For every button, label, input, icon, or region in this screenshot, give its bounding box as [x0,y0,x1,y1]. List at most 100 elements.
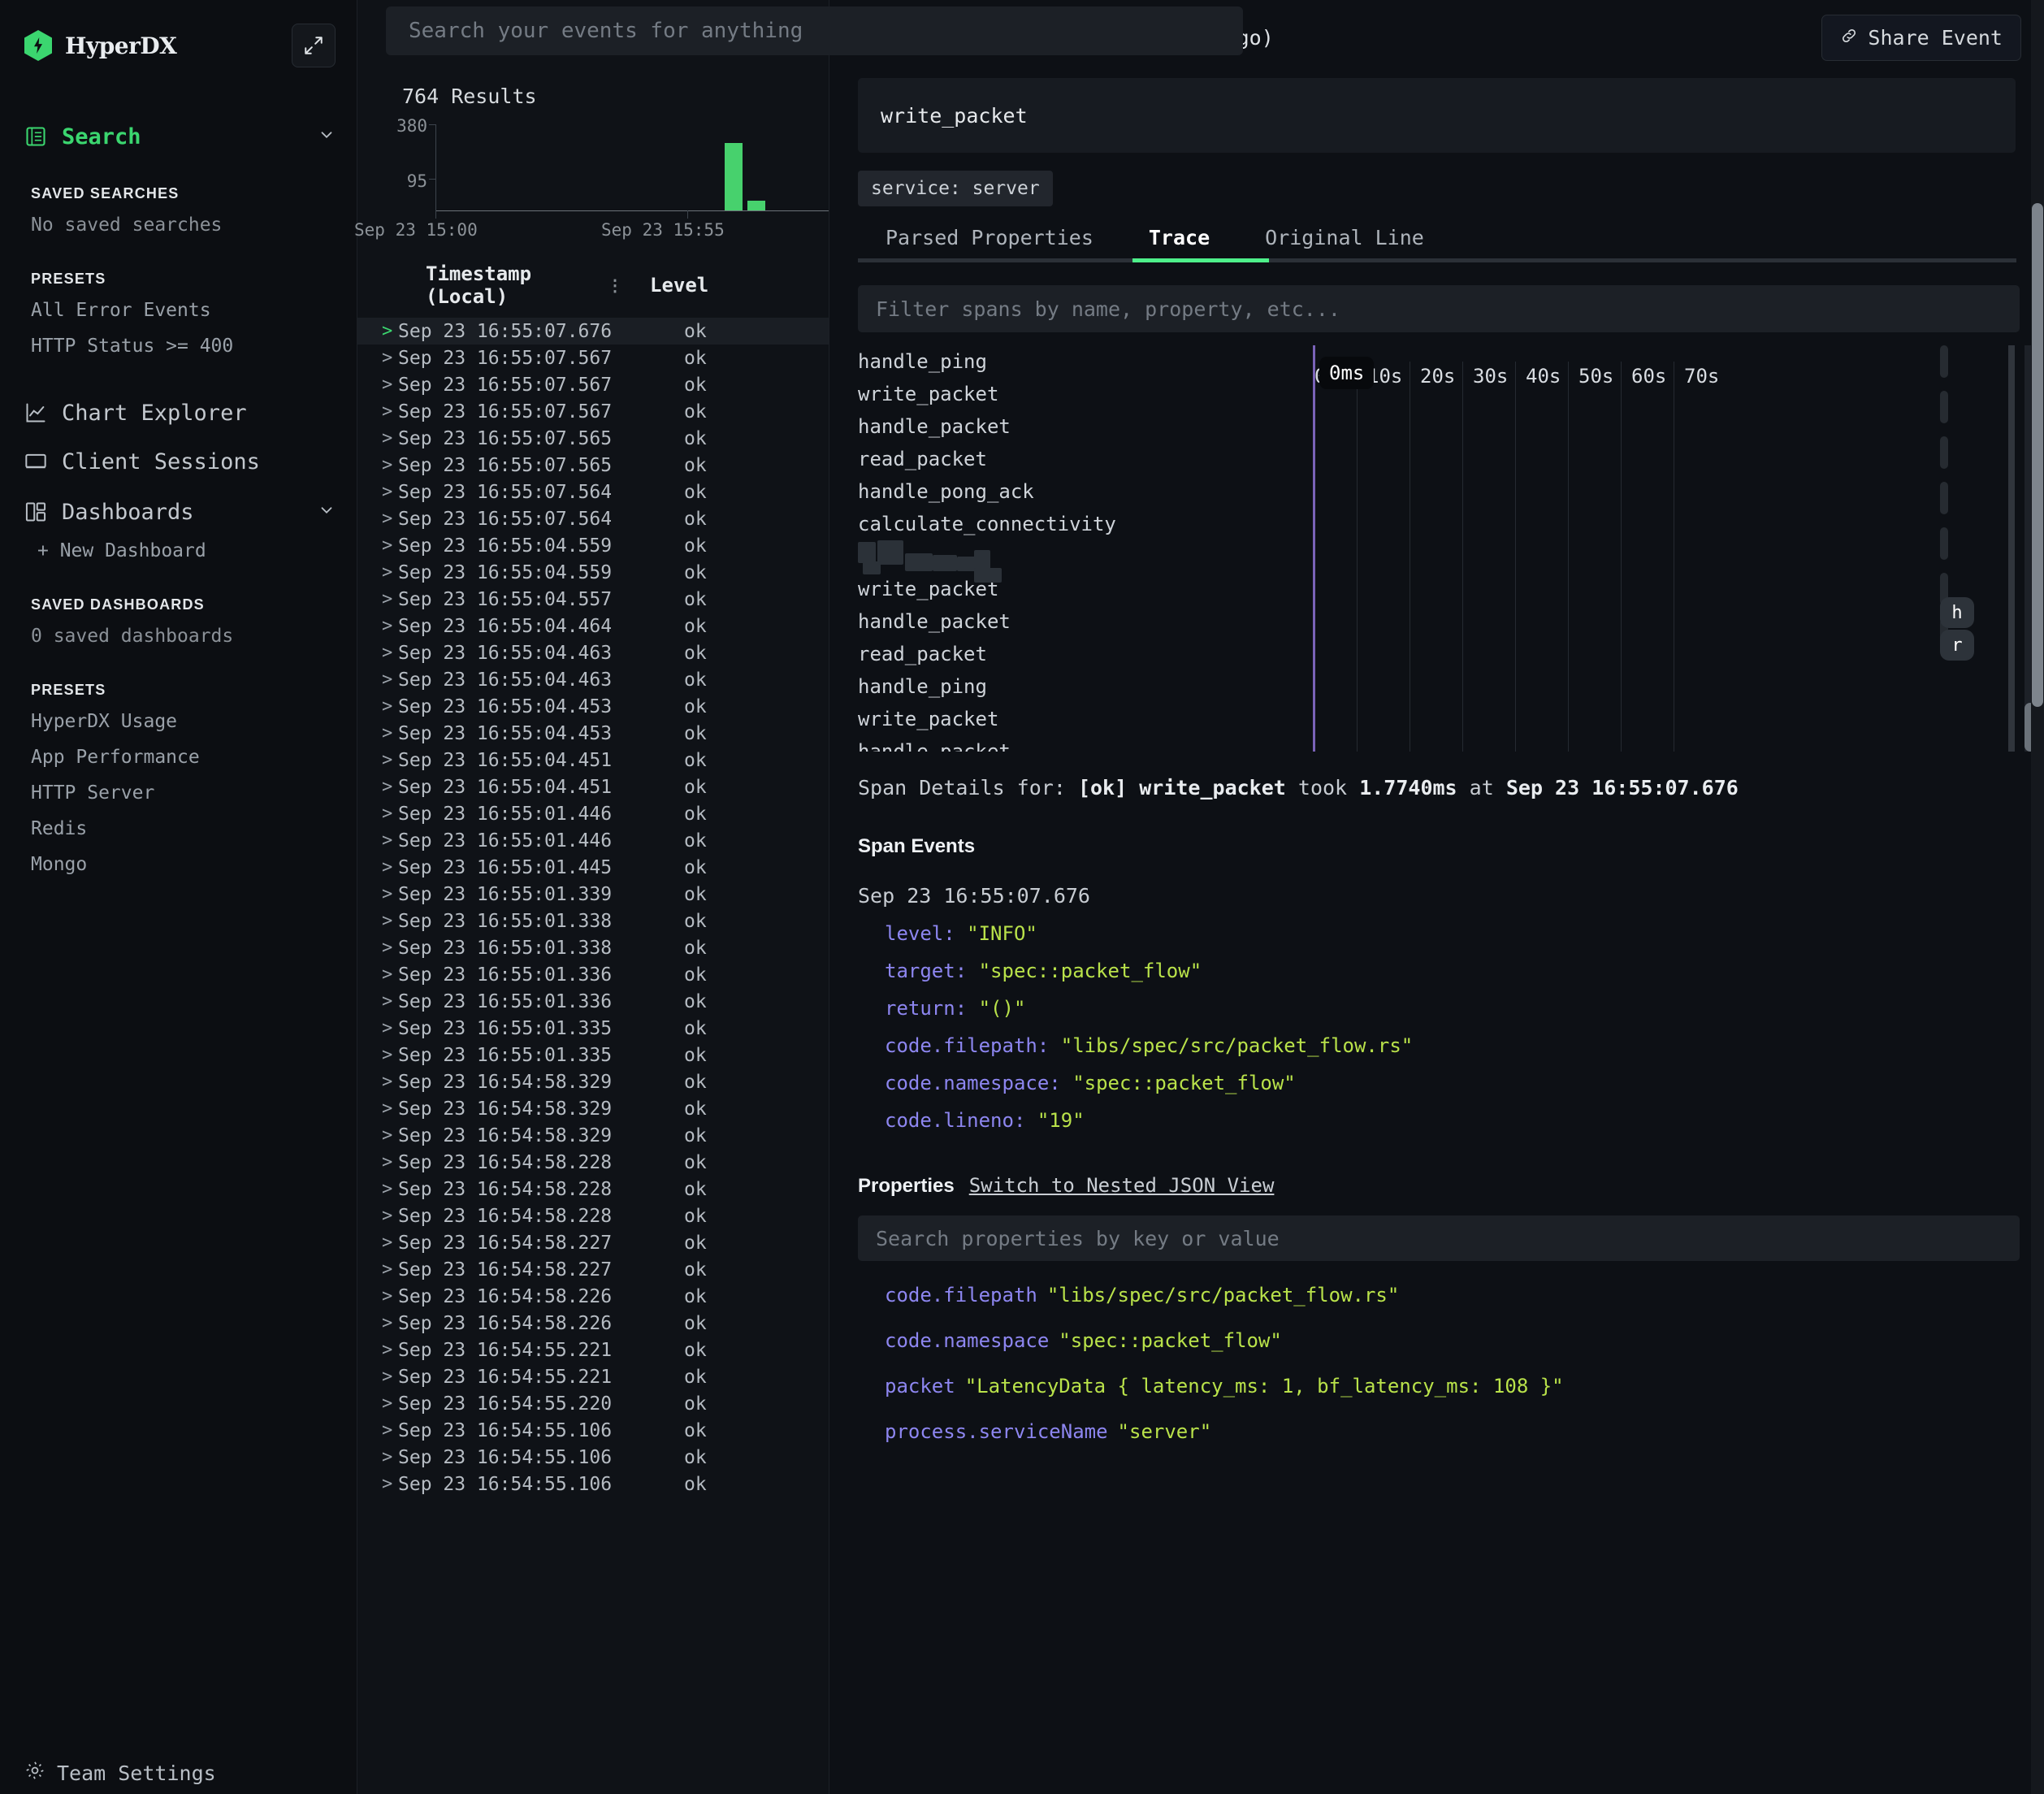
span-bar-label-h[interactable]: h [1940,597,1974,628]
sidebar-item-app-performance[interactable]: App Performance [0,739,357,775]
span-name-redacted[interactable] [858,540,1329,573]
row-expand-caret-icon[interactable]: > [357,509,398,529]
row-expand-caret-icon[interactable]: > [357,777,398,797]
tab-trace[interactable]: Trace [1121,226,1237,262]
vertical-dots-icon[interactable]: ⋮ [601,280,629,292]
row-expand-caret-icon[interactable]: > [357,401,398,422]
table-row[interactable]: >Sep 23 16:55:04.463ok [357,639,869,666]
row-expand-caret-icon[interactable]: > [357,911,398,931]
table-row[interactable]: >Sep 23 16:55:04.559ok [357,532,869,559]
span-name[interactable]: read_packet [858,443,1329,475]
span-name[interactable]: write_packet [858,573,1329,605]
sidebar-item-mongo[interactable]: Mongo [0,847,357,882]
property-row[interactable]: code.namespace"spec::packet_flow" [885,1329,2044,1352]
table-row[interactable]: >Sep 23 16:55:07.567ok [357,344,869,371]
table-row[interactable]: >Sep 23 16:55:07.567ok [357,371,869,398]
table-row[interactable]: >Sep 23 16:54:55.106ok [357,1417,869,1444]
sidebar-item-http-server[interactable]: HTTP Server [0,775,357,811]
row-expand-caret-icon[interactable]: > [357,1206,398,1226]
row-expand-caret-icon[interactable]: > [357,830,398,851]
row-expand-caret-icon[interactable]: > [357,1313,398,1333]
row-expand-caret-icon[interactable]: > [357,1259,398,1280]
span-name[interactable]: handle_packet [858,735,1329,752]
span-bar[interactable] [1940,482,1948,514]
row-expand-caret-icon[interactable]: > [357,1233,398,1253]
histogram-bar[interactable] [747,201,765,210]
row-expand-caret-icon[interactable]: > [357,375,398,395]
table-row[interactable]: >Sep 23 16:54:58.228ok [357,1176,869,1202]
table-row[interactable]: >Sep 23 16:54:58.227ok [357,1229,869,1256]
row-expand-caret-icon[interactable]: > [357,670,398,690]
table-row[interactable]: >Sep 23 16:55:01.338ok [357,908,869,934]
row-expand-caret-icon[interactable]: > [357,321,398,341]
row-expand-caret-icon[interactable]: > [357,1393,398,1414]
span-name[interactable]: handle_ping [858,345,1329,378]
span-bar[interactable] [1940,436,1948,469]
row-expand-caret-icon[interactable]: > [357,938,398,958]
span-name[interactable]: read_packet [858,638,1329,670]
span-name[interactable]: write_packet [858,703,1329,735]
row-expand-caret-icon[interactable]: > [357,1420,398,1441]
row-expand-caret-icon[interactable]: > [357,1179,398,1199]
table-row[interactable]: >Sep 23 16:55:01.336ok [357,961,869,988]
table-row[interactable]: >Sep 23 16:55:01.335ok [357,1015,869,1042]
sidebar-item-team-settings[interactable]: Team Settings [0,1760,357,1786]
column-header-level[interactable]: Level [629,274,708,297]
row-expand-caret-icon[interactable]: > [357,1286,398,1306]
sidebar-item-all-error-events[interactable]: All Error Events [0,292,357,328]
span-name[interactable]: handle_packet [858,410,1329,443]
row-expand-caret-icon[interactable]: > [357,1018,398,1038]
row-expand-caret-icon[interactable]: > [357,1098,398,1119]
row-expand-caret-icon[interactable]: > [357,1340,398,1360]
row-expand-caret-icon[interactable]: > [357,455,398,475]
row-expand-caret-icon[interactable]: > [357,1152,398,1172]
row-expand-caret-icon[interactable]: > [357,804,398,824]
table-row[interactable]: >Sep 23 16:54:58.226ok [357,1283,869,1310]
row-expand-caret-icon[interactable]: > [357,750,398,770]
chevron-down-icon[interactable] [318,126,336,147]
span-name[interactable]: handle_pong_ack [858,475,1329,508]
sidebar-item-client-sessions[interactable]: Client Sessions [0,440,357,483]
span-name[interactable]: handle_packet [858,605,1329,638]
new-dashboard-button[interactable]: + New Dashboard [0,533,357,569]
row-expand-caret-icon[interactable]: > [357,991,398,1012]
sidebar-item-chart-explorer[interactable]: Chart Explorer [0,392,357,434]
row-expand-caret-icon[interactable]: > [357,535,398,556]
span-bar[interactable] [1940,345,1948,378]
row-expand-caret-icon[interactable]: > [357,1367,398,1387]
table-row[interactable]: >Sep 23 16:55:04.559ok [357,559,869,586]
sidebar-item-redis[interactable]: Redis [0,811,357,847]
row-expand-caret-icon[interactable]: > [357,1474,398,1494]
sidebar-item-dashboards[interactable]: Dashboards [0,491,357,533]
table-row[interactable]: >Sep 23 16:55:07.676ok [357,318,869,344]
service-chip[interactable]: service: server [858,171,1053,206]
tab-original-line[interactable]: Original Line [1237,226,1452,262]
row-expand-caret-icon[interactable]: > [357,1045,398,1065]
table-row[interactable]: >Sep 23 16:55:07.565ok [357,425,869,452]
table-row[interactable]: >Sep 23 16:54:55.221ok [357,1337,869,1363]
table-row[interactable]: >Sep 23 16:54:55.221ok [357,1363,869,1390]
table-row[interactable]: >Sep 23 16:55:04.464ok [357,613,869,639]
table-row[interactable]: >Sep 23 16:55:04.463ok [357,666,869,693]
table-row[interactable]: >Sep 23 16:55:01.446ok [357,827,869,854]
span-bar[interactable] [1940,527,1948,560]
row-expand-caret-icon[interactable]: > [357,696,398,717]
row-expand-caret-icon[interactable]: > [357,482,398,502]
row-expand-caret-icon[interactable]: > [357,643,398,663]
table-row[interactable]: >Sep 23 16:55:07.564ok [357,505,869,532]
table-row[interactable]: >Sep 23 16:55:07.567ok [357,398,869,425]
property-row[interactable]: code.filepath"libs/spec/src/packet_flow.… [885,1284,2044,1306]
table-row[interactable]: >Sep 23 16:54:55.106ok [357,1444,869,1471]
row-expand-caret-icon[interactable]: > [357,964,398,985]
row-expand-caret-icon[interactable]: > [357,348,398,368]
row-expand-caret-icon[interactable]: > [357,562,398,583]
row-expand-caret-icon[interactable]: > [357,884,398,904]
row-expand-caret-icon[interactable]: > [357,589,398,609]
table-row[interactable]: >Sep 23 16:55:07.564ok [357,479,869,505]
span-name[interactable]: handle_ping [858,670,1329,703]
row-expand-caret-icon[interactable]: > [357,428,398,448]
table-row[interactable]: >Sep 23 16:54:58.228ok [357,1149,869,1176]
span-bar-label-r[interactable]: r [1940,630,1974,661]
table-row[interactable]: >Sep 23 16:54:58.329ok [357,1095,869,1122]
properties-search-input[interactable]: Search properties by key or value [858,1216,2020,1261]
